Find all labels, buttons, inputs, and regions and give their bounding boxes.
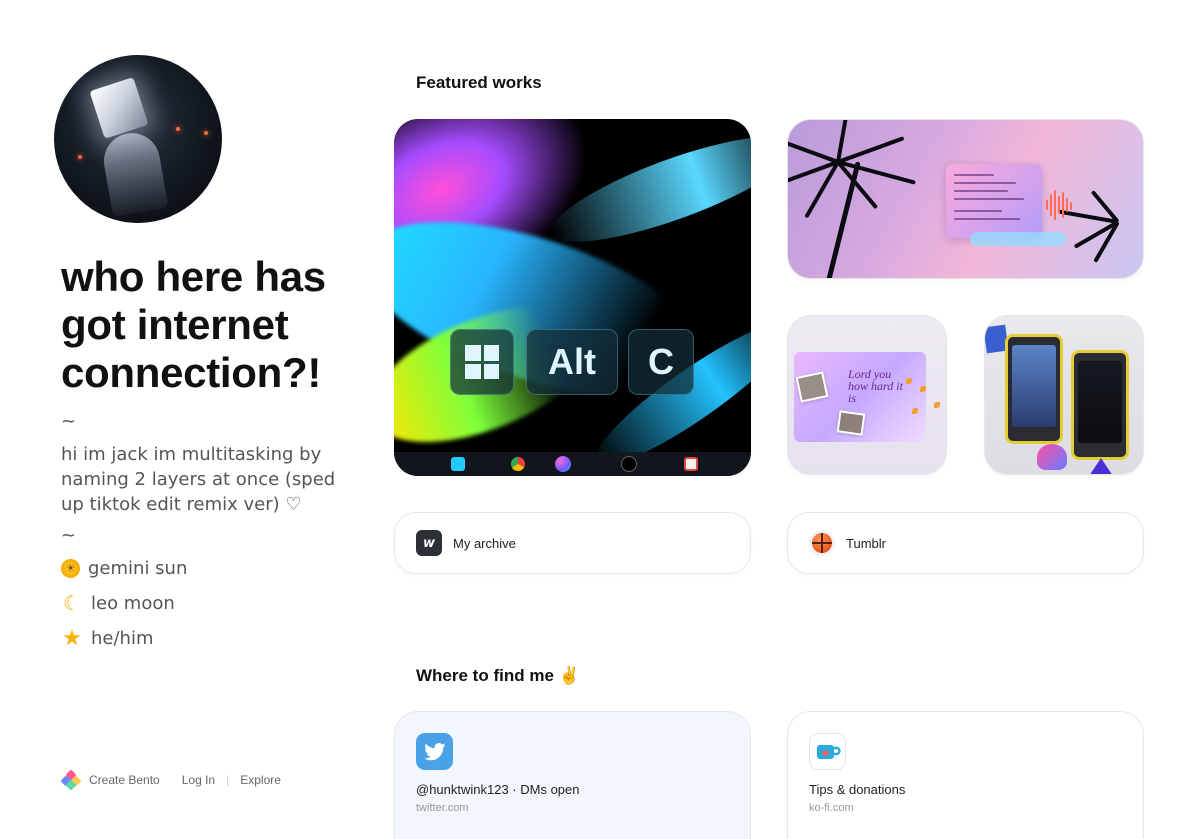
sticker — [1037, 444, 1067, 470]
basketball-icon — [809, 530, 835, 556]
trait-text: he/him — [91, 628, 154, 649]
app-orb-icon — [555, 456, 571, 472]
avatar-light-dot — [78, 155, 82, 159]
featured-card-phones[interactable] — [984, 315, 1144, 475]
link-label: Tumblr — [846, 535, 886, 551]
my-archive-link-card[interactable]: w My archive — [394, 512, 751, 574]
snipping-icon — [684, 457, 698, 471]
profile-bio: ~ hi im jack im multitasking by naming 2… — [61, 412, 351, 656]
featured-works-title: Featured works — [416, 73, 542, 92]
avatar-light-dot — [204, 131, 208, 135]
trait-text: leo moon — [91, 593, 175, 614]
ko-fi-handle: Tips & donations — [809, 782, 906, 797]
bento-logo-icon — [60, 769, 82, 791]
footer-links: Create Bento Log In | Explore — [60, 769, 281, 791]
twitter-handle: @hunktwink123 · DMs open — [416, 782, 580, 797]
explore-link[interactable]: Explore — [240, 773, 281, 787]
start-icon — [451, 457, 465, 471]
star-emoji-icon: ★ — [62, 626, 82, 651]
desktop-dock — [970, 232, 1066, 246]
lyric-text: Lord you how hard it is — [848, 367, 903, 405]
trait-text: gemini sun — [88, 558, 188, 579]
avatar-figure-body — [99, 128, 169, 218]
alt-key: Alt — [526, 329, 618, 395]
link-label: My archive — [453, 535, 516, 551]
trait-item: ☀ gemini sun — [61, 551, 351, 586]
where-to-find-me-title: Where to find me ✌ — [416, 666, 580, 685]
desktop-window — [946, 164, 1042, 238]
bio-separator: ~ — [61, 411, 77, 432]
app-icon — [621, 456, 637, 472]
log-in-link[interactable]: Log In — [182, 773, 215, 787]
tumblr-link-card[interactable]: Tumblr — [787, 512, 1144, 574]
windows-logo-icon — [465, 345, 499, 379]
bio-separator: ~ — [61, 525, 77, 546]
featured-card-palm-desktop[interactable] — [787, 119, 1144, 279]
ko-fi-card[interactable]: Tips & donations ko-fi.com — [787, 711, 1144, 839]
ko-fi-domain: ko-fi.com — [809, 802, 854, 814]
profile-headline: who here has got internet connection?! — [61, 253, 326, 396]
twitter-domain: twitter.com — [416, 802, 469, 814]
polaroid-photo — [836, 410, 866, 436]
sun-emoji-icon: ☀ — [61, 559, 80, 578]
twitter-card[interactable]: @hunktwink123 · DMs open twitter.com — [394, 711, 751, 839]
trait-item: ★ he/him — [61, 621, 351, 656]
create-bento-link[interactable]: Create Bento — [89, 773, 160, 787]
avatar-light-dot — [176, 127, 180, 131]
taskbar — [394, 452, 751, 476]
w-logo-icon: w — [416, 530, 442, 556]
avatar-glowing-cube-head — [89, 77, 149, 139]
chrome-icon — [511, 457, 525, 471]
windows-key — [450, 329, 514, 395]
c-key: C — [628, 329, 694, 395]
crescent-moon-emoji-icon: ☾ — [63, 591, 81, 615]
bio-text: hi im jack im multitasking by naming 2 l… — [61, 444, 336, 515]
trait-item: ☾ leo moon — [61, 586, 351, 621]
profile-avatar — [54, 55, 222, 223]
footer-separator: | — [226, 773, 230, 787]
sticker — [1089, 458, 1113, 474]
phone-left — [1005, 334, 1063, 444]
ko-fi-cup-icon — [809, 733, 846, 770]
phone-right — [1071, 350, 1129, 460]
twitter-bird-icon — [416, 733, 453, 770]
featured-card-alt-c[interactable]: Alt C — [394, 119, 751, 476]
featured-card-lord-you-know[interactable]: Lord you how hard it is — [787, 315, 947, 475]
